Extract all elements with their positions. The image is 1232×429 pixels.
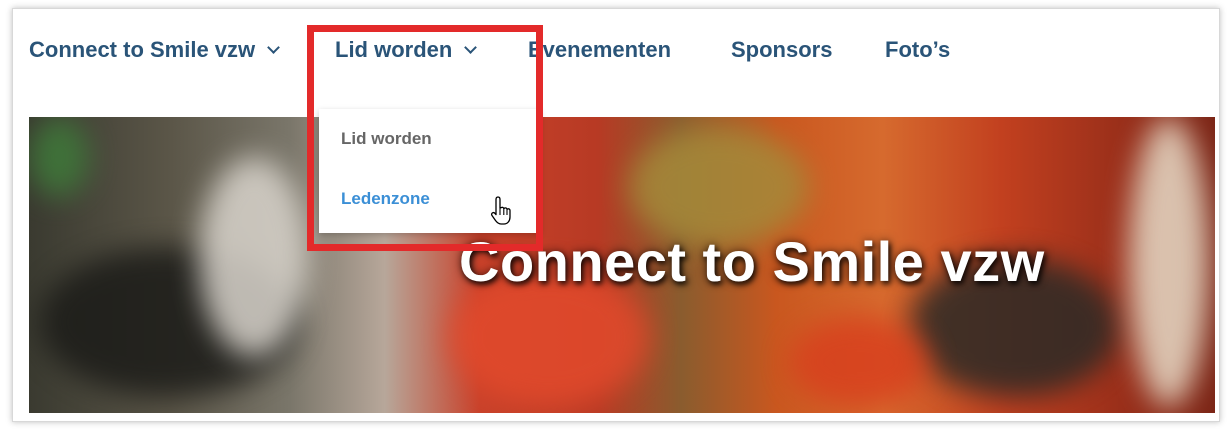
dropdown-item-ledenzone[interactable]: Ledenzone [341,189,430,209]
nav-item-label: Evenementen [528,37,672,62]
hero-background-blur [29,117,89,197]
nav-item-fotos[interactable]: Foto’s [885,37,950,63]
hero-title: Connect to Smile vzw [459,230,1045,293]
hero-background-blur [199,157,309,357]
hero-background-blur [789,317,929,407]
chevron-down-icon [267,40,281,54]
nav-item-label: Lid worden [335,37,453,62]
hero-banner: Connect to Smile vzw [29,117,1215,413]
nav-item-lid-worden[interactable]: Lid worden [335,37,478,63]
hand-pointer-icon [490,196,511,225]
nav-item-label: Connect to Smile vzw [29,37,256,62]
nav-item-evenementen[interactable]: Evenementen [528,37,671,63]
nav-item-label: Sponsors [731,37,833,62]
hero-background-blur [1129,117,1209,407]
nav-item-label: Foto’s [885,37,951,62]
nav-item-connect-to-smile[interactable]: Connect to Smile vzw [29,37,281,63]
dropdown-item-lid-worden[interactable]: Lid worden [341,129,432,149]
page-frame: Connect to Smile vzw Lid worden Evenemen… [12,8,1220,422]
main-navigation: Connect to Smile vzw Lid worden Evenemen… [13,9,1219,109]
nav-item-sponsors[interactable]: Sponsors [731,37,832,63]
chevron-down-icon [464,40,478,54]
